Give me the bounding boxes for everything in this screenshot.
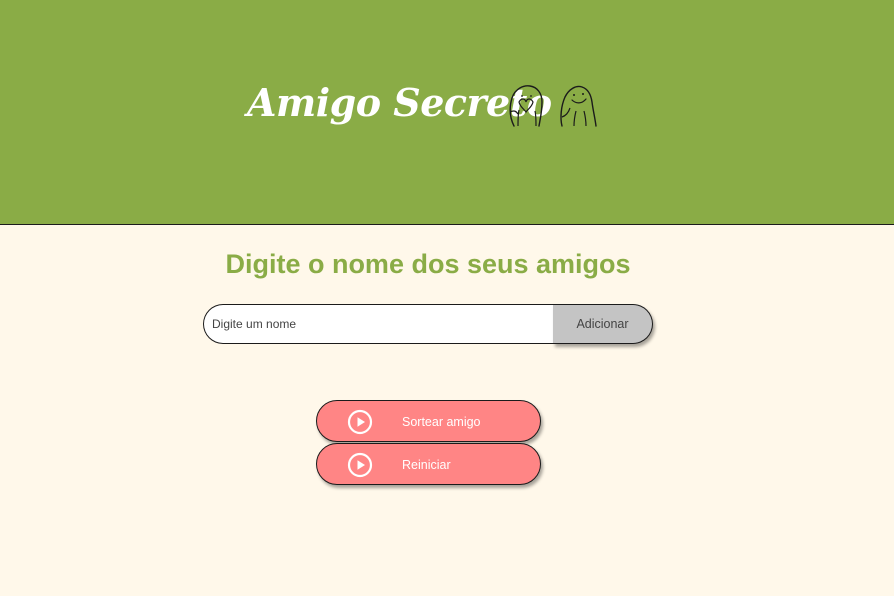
page-header: Amigo Secreto: [0, 0, 894, 225]
draw-friend-button[interactable]: Sortear amigo: [316, 400, 541, 442]
section-title: Digite o nome dos seus amigos: [225, 249, 631, 279]
friend-name-input[interactable]: [203, 304, 555, 344]
add-friend-form: Adicionar: [203, 304, 653, 344]
add-button[interactable]: Adicionar: [553, 304, 653, 344]
draw-friend-label: Sortear amigo: [402, 415, 481, 429]
flork-heart-icon: [509, 85, 543, 127]
flork-smile-icon: [560, 85, 597, 127]
reset-label: Reiniciar: [402, 458, 451, 472]
play-circle-icon: [347, 409, 373, 435]
reset-button[interactable]: Reiniciar: [316, 443, 541, 485]
play-circle-icon: [347, 452, 373, 478]
